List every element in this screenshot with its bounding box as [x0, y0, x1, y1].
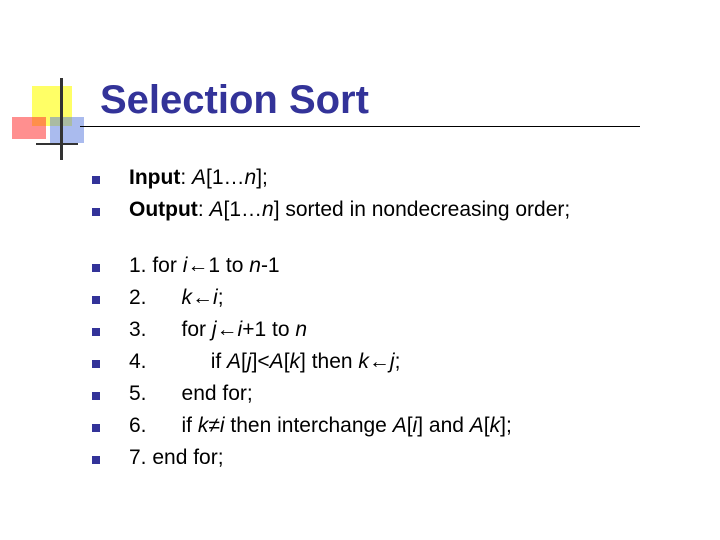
math-variable: k	[181, 286, 193, 309]
code-text: ;	[394, 350, 401, 373]
input-label: Input	[129, 166, 181, 189]
algorithm-line-text: 7. end for;	[129, 442, 224, 474]
code-text: ←	[216, 318, 238, 341]
input-line: Input: A[1…n];	[92, 162, 692, 194]
code-text: ] then	[300, 350, 359, 373]
algorithm-line: 6. if k≠i then interchange A[i] and A[k]…	[92, 410, 692, 442]
code-text: ]<	[251, 350, 270, 373]
square-bullet-icon	[92, 296, 100, 304]
square-bullet-icon	[92, 208, 100, 216]
math-variable: k	[289, 350, 301, 373]
output-label: Output	[129, 198, 198, 221]
logo-horizontal-line	[36, 143, 78, 145]
code-text: ←1 to	[187, 254, 250, 277]
code-text: ←	[368, 350, 390, 373]
output-end: ] sorted in nondecreasing order;	[273, 198, 571, 221]
input-array-name: A	[191, 166, 206, 189]
input-end: ];	[256, 166, 268, 189]
logo-vertical-line	[60, 78, 63, 160]
code-text: 6. if	[129, 414, 198, 437]
logo-red-square	[12, 117, 46, 139]
code-text: ;	[217, 286, 224, 309]
algorithm-line: 1. for i←1 to n-1	[92, 250, 692, 282]
square-bullet-icon	[92, 360, 100, 368]
algorithm-line: 2. k←i;	[92, 282, 692, 314]
algorithm-lines: 1. for i←1 to n-1 2. k←i; 3. for j←i+1 to …	[92, 250, 692, 474]
square-bullet-icon	[92, 264, 100, 272]
bullet-list: Input: A[1…n]; Output: A[1…n] sorted in …	[92, 162, 692, 474]
algorithm-line-text: 5. end for;	[129, 378, 253, 410]
logo-blue-square	[50, 117, 84, 143]
math-variable: A	[227, 350, 242, 373]
code-text: 5. end for;	[129, 382, 253, 405]
square-bullet-icon	[92, 456, 100, 464]
square-bullet-icon	[92, 424, 100, 432]
input-n: n	[244, 166, 257, 189]
code-text: 7. end for;	[129, 446, 224, 469]
output-colon: :	[197, 198, 210, 221]
input-range: [1…	[206, 166, 245, 189]
slide: Selection Sort Input: A[1…n]; Output: A[…	[0, 0, 720, 540]
code-text: 4. if	[129, 350, 228, 373]
math-variable: n	[249, 254, 261, 277]
algorithm-line-text: 3. for j←i+1 to n	[129, 314, 307, 346]
algorithm-line-text: 1. for i←1 to n-1	[129, 250, 280, 282]
algorithm-line-text: 2. k←i;	[129, 282, 224, 314]
math-variable: k	[358, 350, 369, 373]
output-line: Output: A[1…n] sorted in nondecreasing o…	[92, 194, 692, 226]
output-text: Output: A[1…n] sorted in nondecreasing o…	[129, 194, 570, 226]
code-text: 1. for	[129, 254, 183, 277]
square-bullet-icon	[92, 176, 100, 184]
output-range: [1…	[223, 198, 263, 221]
code-text: 2.	[129, 286, 182, 309]
algorithm-line-text: 4. if A[j]<A[k] then k←j;	[129, 346, 400, 378]
title-underline	[80, 126, 640, 127]
code-text: ] and	[417, 414, 470, 437]
math-variable: k	[197, 414, 209, 437]
algorithm-line: 5. end for;	[92, 378, 692, 410]
square-bullet-icon	[92, 392, 100, 400]
code-text: -1	[260, 254, 280, 277]
code-text: +1 to	[242, 318, 296, 341]
input-text: Input: A[1…n];	[129, 162, 268, 194]
output-array-name: A	[209, 198, 224, 221]
algorithm-line: 3. for j←i+1 to n	[92, 314, 692, 346]
code-text: ≠	[208, 414, 220, 437]
code-text: ←	[192, 286, 214, 309]
square-bullet-icon	[92, 328, 100, 336]
algorithm-line: 7. end for;	[92, 442, 692, 474]
algorithm-line: 4. if A[j]<A[k] then k←j;	[92, 346, 692, 378]
math-variable: A	[392, 414, 407, 437]
code-text: ];	[500, 414, 512, 437]
code-text: 3. for	[129, 318, 212, 341]
slide-title: Selection Sort	[100, 78, 369, 122]
code-text: then interchange	[224, 414, 393, 437]
algorithm-line-text: 6. if k≠i then interchange A[i] and A[k]…	[129, 410, 512, 442]
math-variable: A	[269, 350, 284, 373]
output-n: n	[262, 198, 274, 221]
math-variable: k	[489, 414, 501, 437]
math-variable: A	[469, 414, 484, 437]
input-colon: :	[180, 166, 192, 189]
math-variable: n	[295, 318, 308, 341]
